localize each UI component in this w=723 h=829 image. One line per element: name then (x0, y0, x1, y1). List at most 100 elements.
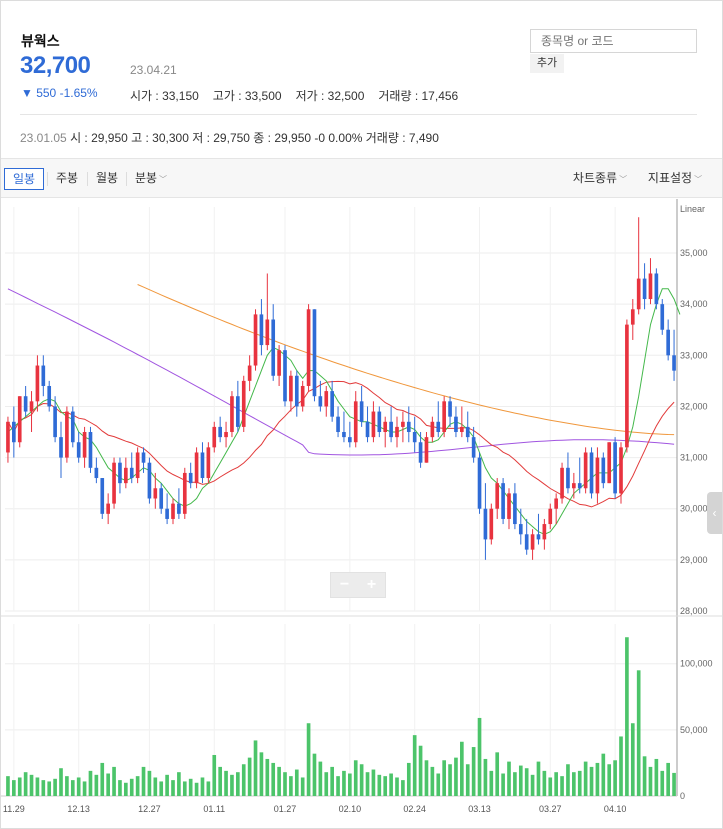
volume-bar (318, 761, 323, 796)
candle-body (206, 447, 211, 479)
volume-bar (454, 757, 458, 796)
candle-body (135, 452, 140, 479)
price-chart[interactable]: Linear 35,000 34,000 33,000 32,000 31,000 30,0… (1, 199, 722, 829)
volume-bar (206, 781, 211, 796)
volume-bar (383, 776, 388, 796)
side-panel-handle[interactable]: ‹ (707, 492, 722, 534)
volume-bar (365, 772, 370, 796)
candle-body (572, 483, 576, 489)
tab-daily[interactable]: 일봉 (4, 168, 44, 190)
volume-bar (35, 777, 40, 796)
volume-bar (94, 774, 99, 796)
price-tick-label: 32,000 (680, 401, 708, 411)
volume-bar (106, 773, 110, 796)
volume-bar (377, 774, 382, 796)
candle-body (460, 426, 464, 433)
date-tick-label: 03.27 (539, 804, 562, 814)
candle-body (70, 411, 75, 443)
candle-body (159, 488, 164, 509)
tab-monthly[interactable]: 월봉 (88, 168, 126, 190)
candle-body (247, 365, 252, 381)
chart-area[interactable]: Linear 35,000 34,000 33,000 32,000 31,000 30,0… (1, 199, 722, 829)
candle-body (566, 467, 570, 489)
candle-body (371, 411, 376, 438)
candle-body (182, 472, 187, 514)
indicator-settings-label: 지표설정 (647, 171, 693, 185)
candle-body (29, 401, 34, 412)
volume-bar (76, 777, 81, 796)
price-tick-label: 28,000 (680, 606, 708, 616)
tab-minute-label: 분봉 (134, 171, 158, 185)
volume-bar (182, 781, 187, 796)
add-button[interactable]: 추가 (530, 54, 564, 73)
zoom-in-button[interactable]: + (358, 573, 385, 597)
candle-body (194, 452, 199, 484)
volume-bar (6, 776, 10, 796)
chart-type-dropdown[interactable]: 차트종류 ﹀ (567, 168, 633, 190)
price-tick-label: 31,000 (680, 453, 708, 463)
chevron-down-icon: ﹀ (159, 175, 168, 184)
tab-minute[interactable]: 분봉 ﹀ (127, 168, 175, 190)
candle-body (471, 437, 476, 458)
ma5-line (7, 288, 681, 535)
indicator-settings-dropdown[interactable]: 지표설정 ﹀ (642, 168, 708, 190)
volume-bar (124, 782, 128, 796)
volume-bar (271, 762, 276, 796)
candle-body (548, 508, 553, 525)
tab-weekly[interactable]: 주봉 (48, 168, 86, 190)
volume-bar (636, 670, 641, 796)
volume-bar (595, 762, 600, 796)
candle-body (141, 452, 146, 463)
candle-body (383, 421, 388, 433)
volume-bar (489, 770, 494, 796)
scale-label: Linear (680, 204, 705, 214)
candle-body (542, 524, 547, 540)
volume-bar (548, 777, 553, 796)
candle-body (666, 329, 670, 356)
volume-bar (448, 764, 452, 796)
volume-bar (324, 772, 329, 796)
price-tick-label: 35,000 (680, 248, 708, 258)
volume-bar (100, 762, 105, 796)
candle-body (165, 508, 169, 519)
low-price: 저가 : 32,500 (295, 89, 365, 103)
candle-body (265, 319, 270, 346)
candle-body (65, 411, 69, 458)
volume-tick-label: 50,000 (680, 725, 708, 735)
volume-bar (70, 780, 75, 796)
candle-body (23, 396, 28, 412)
candle-body (595, 457, 600, 494)
candle-body (412, 432, 417, 443)
candle-body (348, 437, 352, 443)
candle-body (88, 432, 93, 468)
candle-body (53, 406, 57, 438)
volume-bar (477, 717, 482, 796)
volume-bar (135, 776, 140, 796)
volume-bar (566, 764, 570, 796)
candle-body (619, 447, 623, 494)
candle-body (401, 421, 405, 427)
ma60-line (7, 288, 675, 456)
candle-body (147, 462, 152, 499)
volume-bar (442, 760, 446, 796)
volume-bar (153, 777, 158, 796)
volume-bar (147, 770, 152, 796)
volume-bar (560, 776, 564, 796)
zoom-out-button[interactable]: − (331, 573, 358, 597)
candle-body (359, 401, 364, 422)
candle-body (424, 437, 429, 463)
candle-body (495, 483, 500, 509)
volume-bar (542, 770, 547, 796)
candle-body (35, 365, 40, 402)
candle-body (330, 391, 334, 417)
volume-bar (41, 780, 46, 796)
search-input[interactable] (530, 29, 697, 53)
candle-body (82, 432, 87, 458)
candle-body (654, 273, 659, 305)
candle-body (648, 273, 653, 300)
date-tick-label: 02.10 (339, 804, 362, 814)
candle-body (129, 467, 134, 479)
date-tick-label: 04.10 (604, 804, 627, 814)
volume-bar (660, 770, 665, 796)
volume-bar (554, 772, 558, 796)
